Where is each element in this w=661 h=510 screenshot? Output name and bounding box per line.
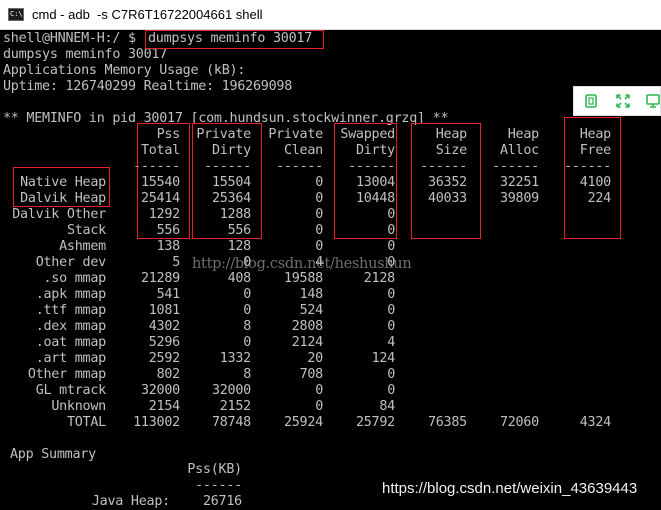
table-cell: 524 bbox=[299, 303, 324, 318]
window-titlebar[interactable]: C:\. cmd - adb -s C7R6T16722004661 shell bbox=[0, 0, 661, 30]
row-label: TOTAL bbox=[66, 415, 106, 430]
table-cell: 138 bbox=[156, 239, 181, 254]
table-cell: 8 bbox=[243, 319, 251, 334]
table-cell: 124 bbox=[371, 351, 396, 366]
window-title: cmd - adb -s C7R6T16722004661 shell bbox=[32, 7, 263, 22]
uptime-line: Uptime: 126740299 Realtime: 196269098 bbox=[3, 79, 293, 94]
row-label: .oat mmap bbox=[35, 335, 107, 350]
table-cell: 19588 bbox=[283, 271, 323, 286]
table-cell: 802 bbox=[156, 367, 181, 382]
row-label: Stack bbox=[66, 223, 106, 238]
table-cell: 0 bbox=[387, 239, 395, 254]
table-cell: 0 bbox=[315, 239, 323, 254]
row-label: Ashmem bbox=[59, 239, 106, 254]
center-watermark: http://blog.csdn.net/heshushun bbox=[192, 256, 412, 272]
row-label: .apk mmap bbox=[35, 287, 107, 302]
table-cell: 0 bbox=[387, 383, 395, 398]
table-cell: 0 bbox=[315, 383, 323, 398]
table-cell: 0 bbox=[387, 287, 395, 302]
table-cell: 1081 bbox=[148, 303, 181, 318]
table-cell: 2152 bbox=[219, 399, 252, 414]
row-label: GL mtrack bbox=[35, 383, 107, 398]
native-dalvik-heap-highlight bbox=[13, 167, 110, 207]
row-label: Unknown bbox=[51, 399, 106, 414]
app-summary-column: Pss(KB) bbox=[187, 462, 242, 477]
table-cell: 2128 bbox=[363, 271, 396, 286]
heap-free-highlight bbox=[564, 117, 621, 239]
command-echo: dumpsys meminfo 30017 bbox=[3, 47, 168, 62]
screen-icon[interactable] bbox=[645, 93, 661, 109]
expand-icon[interactable] bbox=[615, 93, 631, 109]
table-cell: 0 bbox=[243, 287, 251, 302]
row-label: .so mmap bbox=[43, 271, 107, 286]
row-label: .ttf mmap bbox=[35, 303, 107, 318]
app-summary-title: App Summary bbox=[10, 447, 96, 462]
table-cell: 4324 bbox=[579, 415, 612, 430]
table-cell: 708 bbox=[299, 367, 324, 382]
command-highlight bbox=[145, 30, 324, 49]
row-label: Dalvik Other bbox=[12, 207, 106, 222]
table-cell: 0 bbox=[387, 367, 395, 382]
table-cell: 1332 bbox=[219, 351, 252, 366]
table-cell: 0 bbox=[387, 303, 395, 318]
private-dirty-highlight bbox=[192, 123, 262, 239]
table-cell: 32000 bbox=[140, 383, 180, 398]
table-cell: 0 bbox=[315, 399, 323, 414]
table-cell: 32000 bbox=[211, 383, 251, 398]
row-label: Other dev bbox=[35, 255, 107, 270]
table-cell: 5 bbox=[172, 255, 180, 270]
table-cell: 0 bbox=[243, 303, 251, 318]
usage-title: Applications Memory Usage (kB): bbox=[3, 63, 246, 78]
terminal-output[interactable]: shell@HNNEM-H:/ $ dumpsys meminfo 30017 … bbox=[0, 30, 661, 509]
table-cell: 128 bbox=[227, 239, 252, 254]
table-cell: 5296 bbox=[148, 335, 181, 350]
table-cell: 2808 bbox=[291, 319, 324, 334]
cmd-app-icon: C:\. bbox=[8, 8, 24, 21]
java-heap-value: 26716 bbox=[202, 494, 242, 509]
table-cell: 2124 bbox=[291, 335, 324, 350]
table-cell: 72060 bbox=[499, 415, 539, 430]
table-cell: 4 bbox=[387, 335, 395, 350]
app-summary-separator: ------ bbox=[195, 478, 242, 493]
heap-size-highlight bbox=[411, 123, 481, 239]
table-cell: 0 bbox=[243, 335, 251, 350]
row-label: .dex mmap bbox=[35, 319, 107, 334]
table-cell: 76385 bbox=[427, 415, 467, 430]
table-cell: 2154 bbox=[148, 399, 181, 414]
table-cell: 20 bbox=[307, 351, 323, 366]
row-label: Other mmap bbox=[27, 367, 106, 382]
java-heap-label: Java Heap: bbox=[91, 494, 170, 509]
table-cell: 2592 bbox=[148, 351, 181, 366]
table-cell: 4302 bbox=[148, 319, 181, 334]
table-cell: 78748 bbox=[211, 415, 251, 430]
pss-total-highlight bbox=[137, 123, 190, 239]
table-cell: 25792 bbox=[355, 415, 395, 430]
floating-toolbar[interactable] bbox=[573, 86, 661, 116]
table-cell: 148 bbox=[299, 287, 324, 302]
copy-icon[interactable] bbox=[583, 93, 599, 109]
swapped-dirty-highlight bbox=[334, 123, 397, 239]
table-cell: 408 bbox=[227, 271, 252, 286]
table-cell: 113002 bbox=[133, 415, 180, 430]
row-label: .art mmap bbox=[35, 351, 107, 366]
table-cell: 21289 bbox=[140, 271, 180, 286]
table-cell: 0 bbox=[387, 319, 395, 334]
shell-prompt: shell@HNNEM-H:/ $ bbox=[3, 31, 144, 46]
table-cell: 25924 bbox=[283, 415, 323, 430]
table-cell: 541 bbox=[156, 287, 181, 302]
table-cell: 84 bbox=[379, 399, 395, 414]
bottom-watermark: https://blog.csdn.net/weixin_43639443 bbox=[382, 480, 638, 497]
table-cell: 8 bbox=[243, 367, 251, 382]
